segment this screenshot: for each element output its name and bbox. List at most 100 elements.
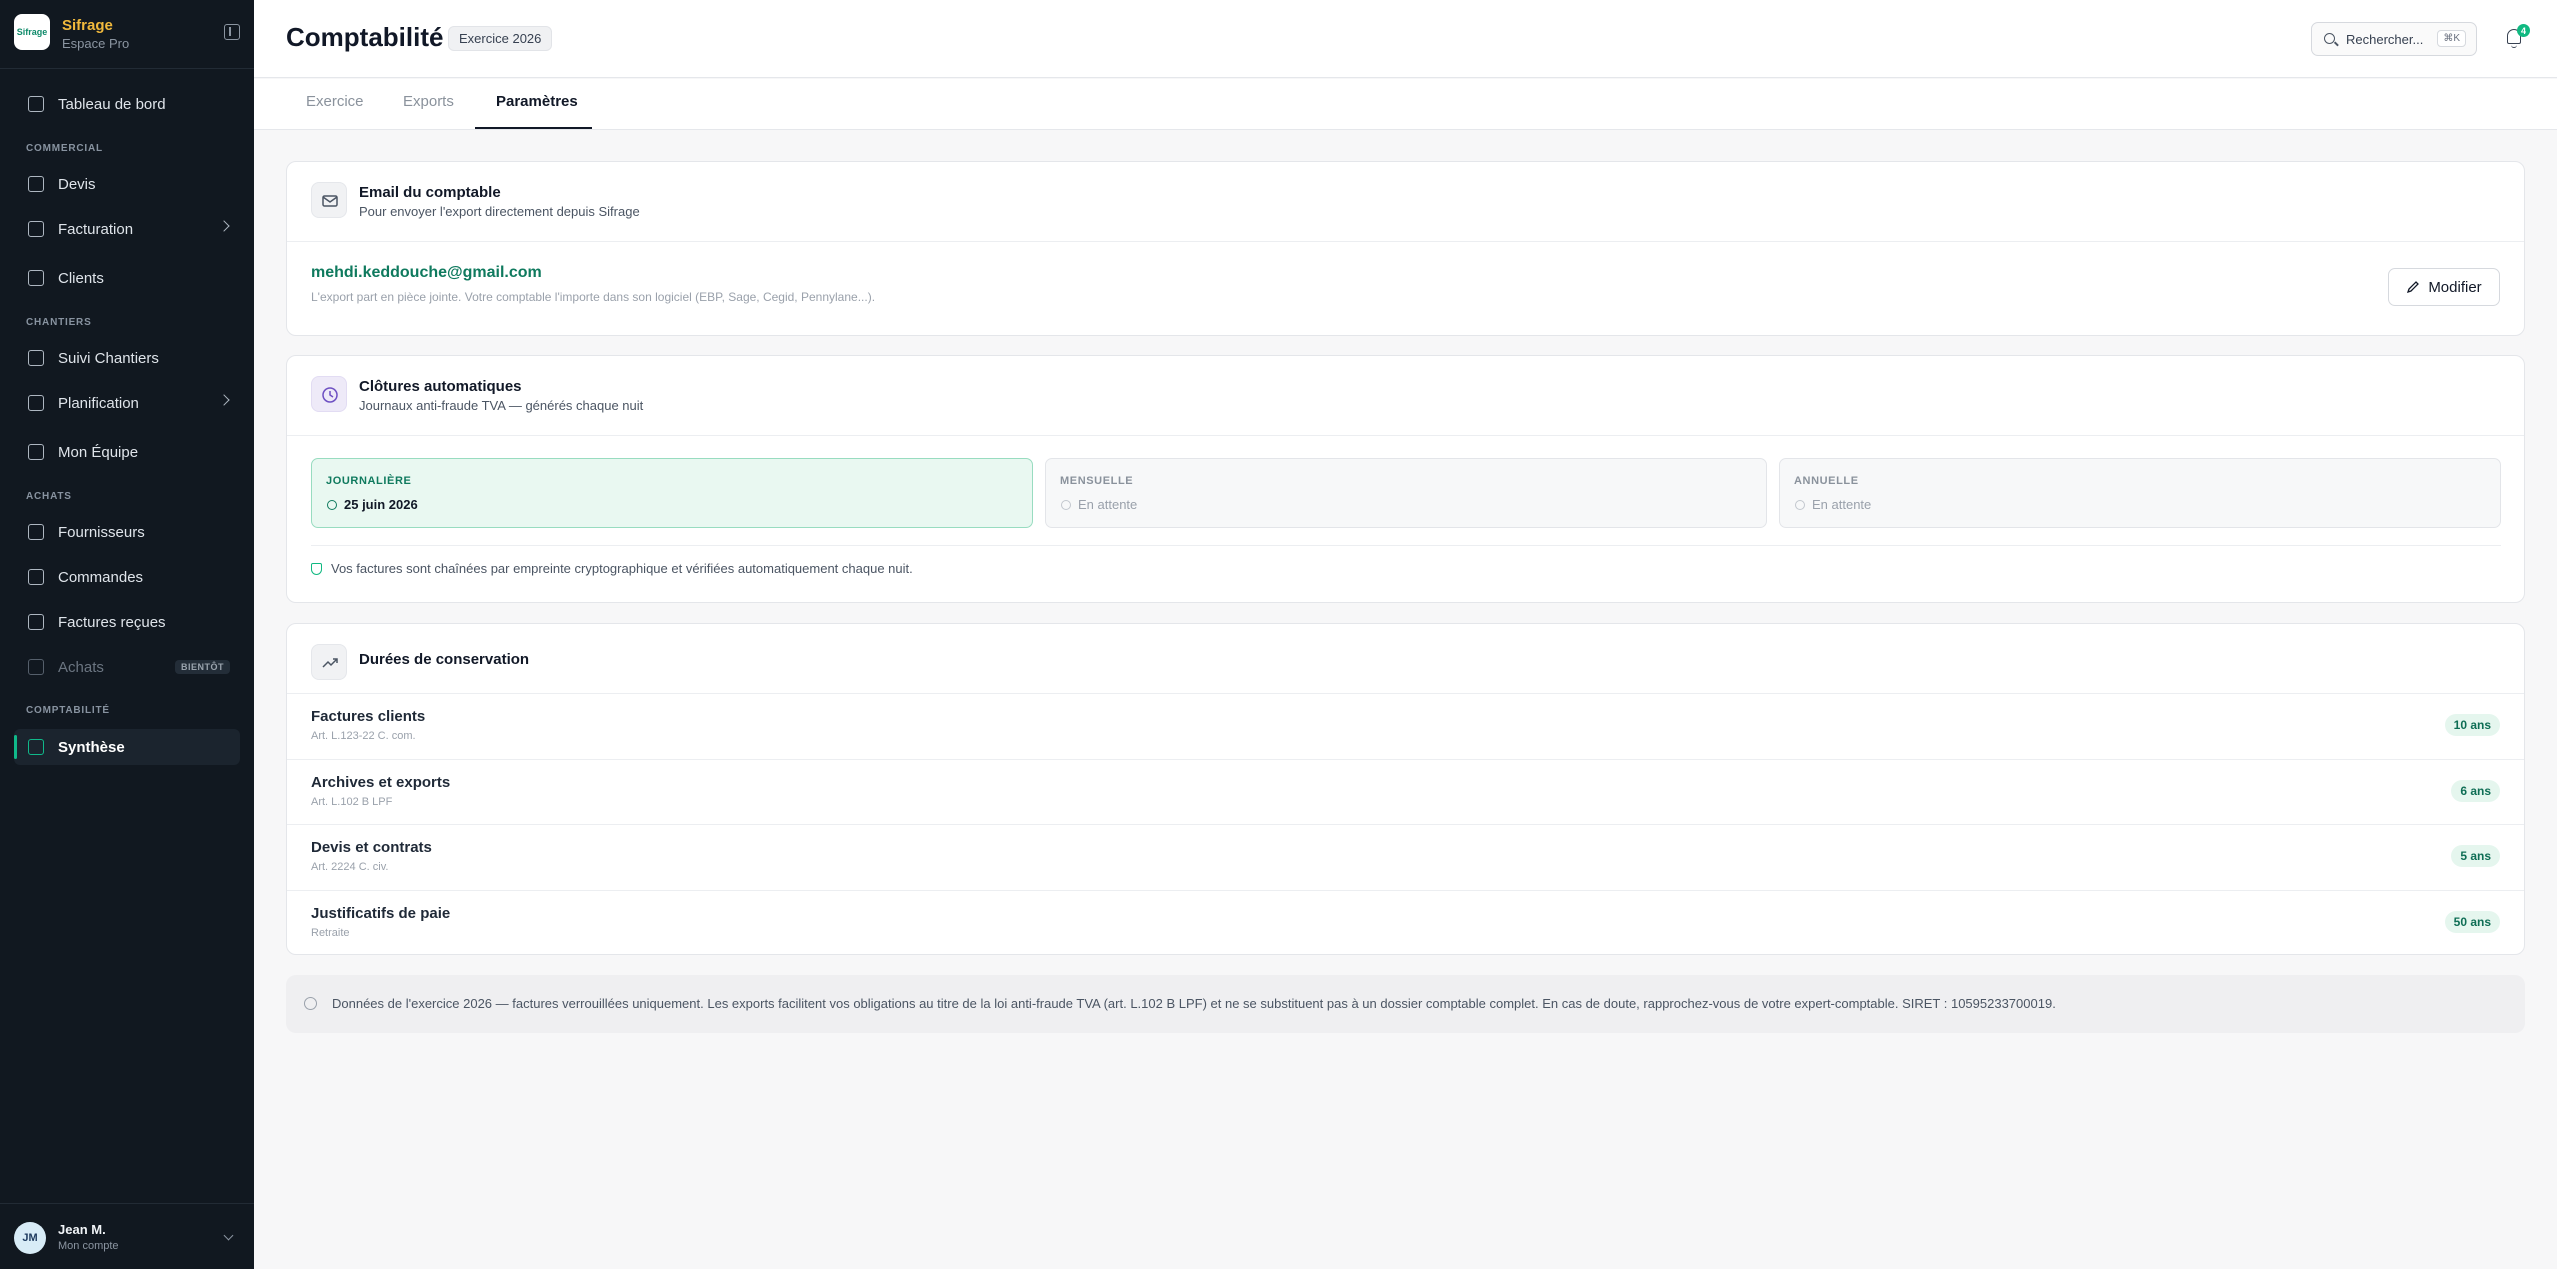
sidebar-item-label: Synthèse xyxy=(58,738,125,756)
brand[interactable]: Sifrage Sifrage Espace Pro xyxy=(14,14,240,54)
search-icon xyxy=(2324,33,2335,44)
accountant-email: mehdi.keddouche@gmail.com xyxy=(311,264,542,281)
retention-title: Factures clients xyxy=(311,708,426,725)
chevron-right-icon xyxy=(218,394,230,406)
clock-icon xyxy=(311,376,347,412)
sidebar-item-facturation[interactable]: Facturation xyxy=(14,211,240,247)
trending-up-icon xyxy=(311,644,347,680)
page-title: Comptabilité xyxy=(286,22,444,52)
user-name: Jean M. xyxy=(58,1222,106,1237)
exercice-badge: Exercice 2026 xyxy=(448,26,553,51)
modify-button-label: Modifier xyxy=(2428,278,2482,296)
retention-duration-badge: 5 ans xyxy=(2451,845,2500,867)
card-divider xyxy=(287,435,2524,436)
card-divider xyxy=(311,545,2501,546)
sidebar-section-comptabilite: COMPTABILITÉ xyxy=(26,705,110,716)
chevron-right-icon xyxy=(218,220,230,232)
shield-check-icon xyxy=(311,563,322,575)
tab-parametres[interactable]: Paramètres xyxy=(496,93,578,110)
brand-logo: Sifrage xyxy=(14,14,50,50)
email-note: L'export part en pièce jointe. Votre com… xyxy=(311,290,876,304)
closure-daily: JOURNALIÈRE 25 juin 2026 xyxy=(311,458,1033,528)
sidebar-divider xyxy=(0,68,254,69)
sidebar-item-tableau-de-bord[interactable]: Tableau de bord xyxy=(14,86,240,122)
search-input[interactable]: Rechercher... ⌘K xyxy=(2311,22,2477,56)
mail-icon xyxy=(311,182,347,218)
sidebar-item-clients[interactable]: Clients xyxy=(14,260,240,296)
retention-reference: Retraite xyxy=(311,927,350,939)
calendar-icon xyxy=(28,395,44,411)
sidebar-item-synthese[interactable]: Synthèse xyxy=(14,729,240,765)
notifications-button[interactable]: 4 xyxy=(2503,24,2530,50)
sidebar-section-achats: ACHATS xyxy=(26,491,72,502)
info-icon xyxy=(304,997,317,1010)
card-divider xyxy=(287,241,2524,242)
pending-circle-icon xyxy=(1061,500,1071,510)
team-icon xyxy=(28,444,44,460)
sidebar-item-commandes[interactable]: Commandes xyxy=(14,559,240,595)
users-icon xyxy=(28,270,44,286)
inbox-icon xyxy=(28,614,44,630)
sidebar-item-fournisseurs[interactable]: Fournisseurs xyxy=(14,514,240,550)
tab-exports[interactable]: Exports xyxy=(403,93,454,110)
sidebar-section-commercial: COMMERCIAL xyxy=(26,143,103,154)
card-title: Email du comptable xyxy=(359,184,501,201)
retention-title: Devis et contrats xyxy=(311,839,432,856)
sidebar-footer-divider xyxy=(0,1203,254,1204)
sidebar-item-label: Achats xyxy=(58,658,104,676)
retention-title: Archives et exports xyxy=(311,774,451,791)
clipboard-icon xyxy=(28,569,44,585)
user-account-label: Mon compte xyxy=(58,1240,119,1252)
closure-period-label: JOURNALIÈRE xyxy=(326,475,412,487)
closure-period-value: 25 juin 2026 xyxy=(344,497,418,512)
sidebar-item-label: Fournisseurs xyxy=(58,523,145,541)
retention-duration-badge: 10 ans xyxy=(2444,714,2500,736)
card-title: Clôtures automatiques xyxy=(359,378,522,395)
sidebar-item-mon-equipe[interactable]: Mon Équipe xyxy=(14,434,240,470)
sidebar: Sifrage Sifrage Espace Pro Tableau de bo… xyxy=(0,0,254,1269)
legal-notice-text: Données de l'exercice 2026 — factures ve… xyxy=(332,996,2056,1011)
sidebar-item-label: Mon Équipe xyxy=(58,443,139,461)
user-menu[interactable]: JM Jean M. Mon compte xyxy=(14,1218,240,1258)
automatic-closures-card: Clôtures automatiques Journaux anti-frau… xyxy=(286,355,2525,603)
construction-icon xyxy=(28,350,44,366)
book-icon xyxy=(28,739,44,755)
search-placeholder: Rechercher... xyxy=(2346,32,2424,47)
sidebar-item-label: Planification xyxy=(58,394,139,412)
tab-exercice[interactable]: Exercice xyxy=(306,93,364,110)
pending-circle-icon xyxy=(1795,500,1805,510)
retention-reference: Art. L.123-22 C. com. xyxy=(311,730,416,742)
sidebar-item-label: Facturation xyxy=(58,220,134,238)
brand-name: Sifrage xyxy=(62,17,113,34)
search-shortcut: ⌘K xyxy=(2437,30,2466,47)
sidebar-item-devis[interactable]: Devis xyxy=(14,166,240,202)
legal-notice: Données de l'exercice 2026 — factures ve… xyxy=(286,975,2525,1033)
pencil-icon xyxy=(2407,281,2420,294)
invoice-icon xyxy=(28,221,44,237)
retention-duration-badge: 6 ans xyxy=(2451,780,2500,802)
sidebar-item-label: Tableau de bord xyxy=(58,95,166,113)
retention-row: Factures clients Art. L.123-22 C. com. 1… xyxy=(287,694,2524,759)
closure-period-value: En attente xyxy=(1812,497,1872,512)
retention-reference: Art. 2224 C. civ. xyxy=(311,861,389,873)
sidebar-collapse-icon[interactable] xyxy=(224,24,240,40)
sidebar-item-planification[interactable]: Planification xyxy=(14,385,240,421)
brand-subtitle: Espace Pro xyxy=(62,36,130,51)
card-title: Durées de conservation xyxy=(359,651,530,668)
retention-row: Archives et exports Art. L.102 B LPF 6 a… xyxy=(287,760,2524,825)
coming-soon-badge: BIENTÔT xyxy=(175,660,230,674)
sidebar-item-achats: Achats BIENTÔT xyxy=(14,649,240,685)
closure-monthly: MENSUELLE En attente xyxy=(1045,458,1767,528)
chevron-down-icon xyxy=(223,1230,234,1241)
retention-duration-badge: 50 ans xyxy=(2444,911,2500,933)
sidebar-item-suivi-chantiers[interactable]: Suivi Chantiers xyxy=(14,340,240,376)
modify-email-button[interactable]: Modifier xyxy=(2388,268,2500,306)
check-circle-icon xyxy=(327,500,337,510)
bell-clapper xyxy=(2511,45,2517,48)
sidebar-item-label: Devis xyxy=(58,175,96,193)
closure-yearly: ANNUELLE En attente xyxy=(1779,458,2501,528)
sidebar-item-label: Commandes xyxy=(58,568,144,586)
sidebar-item-factures-recues[interactable]: Factures reçues xyxy=(14,604,240,640)
closure-period-label: ANNUELLE xyxy=(1794,475,1859,487)
card-subtitle: Journaux anti-fraude TVA — générés chaqu… xyxy=(359,398,644,413)
